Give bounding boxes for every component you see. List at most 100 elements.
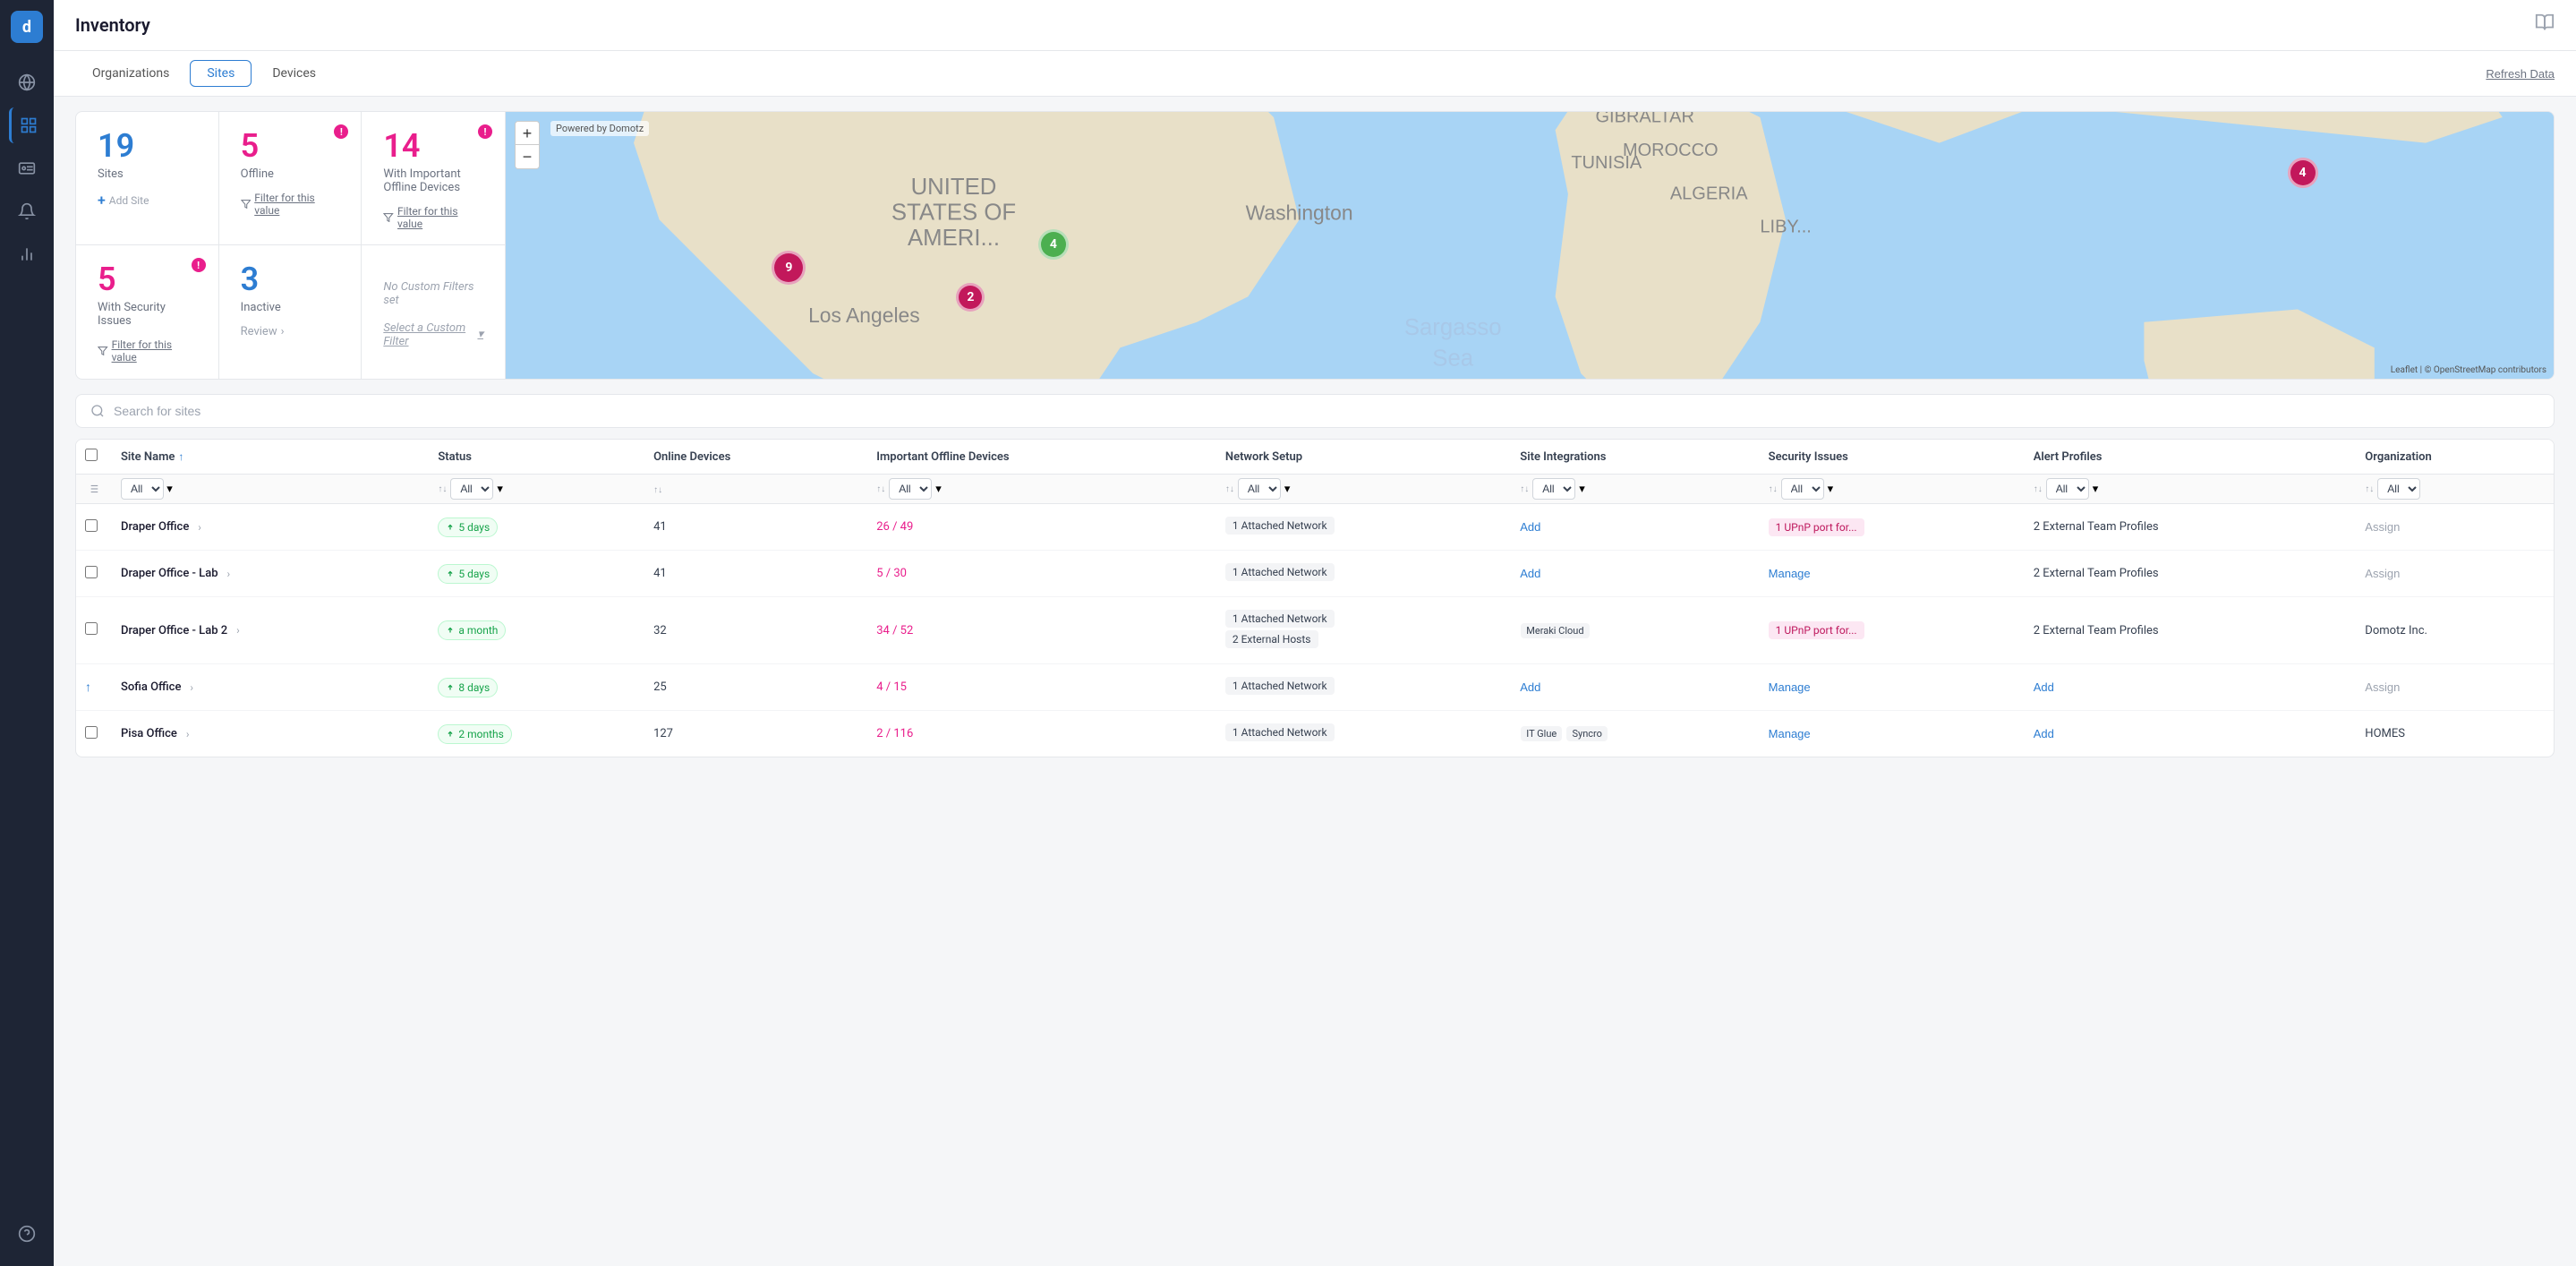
tab-devices[interactable]: Devices xyxy=(255,60,333,87)
status-filter-select[interactable]: All xyxy=(450,478,493,500)
row-checkbox[interactable] xyxy=(85,622,98,635)
row-check xyxy=(76,551,110,597)
table-row: ↑ Sofia Office › 8 days xyxy=(76,664,2554,711)
add-site-button[interactable]: + Add Site xyxy=(98,192,197,209)
security-filter-select[interactable]: All xyxy=(1781,478,1824,500)
manage-security-btn[interactable]: Manage xyxy=(1769,680,1811,694)
svg-text:MOROCCO: MOROCCO xyxy=(1623,141,1719,160)
stat-important-offline: ! 14 With Important Offline Devices Filt… xyxy=(362,112,505,245)
row-status: 2 months xyxy=(427,711,643,757)
row-checkbox[interactable] xyxy=(85,566,98,578)
row-expand-icon[interactable]: › xyxy=(236,624,240,637)
filter-row: All ▾ ↑↓ All ▾ ↑↓ xyxy=(76,475,2554,504)
row-checkbox[interactable] xyxy=(85,726,98,739)
col-site-name: Site Name ↑ xyxy=(110,440,427,475)
integrations-add-btn[interactable]: Add xyxy=(1520,680,1540,694)
row-online: 32 xyxy=(643,597,866,664)
row-site-name: Sofia Office › xyxy=(110,664,427,711)
row-offline: 34 / 52 xyxy=(866,597,1215,664)
add-alert-btn[interactable]: Add xyxy=(2034,680,2054,694)
assign-org-button[interactable]: Assign xyxy=(2365,567,2400,580)
row-network: 1 Attached Network 2 External Hosts xyxy=(1215,597,1509,664)
row-integrations: Meraki Cloud xyxy=(1509,597,1757,664)
sidebar-icon-support[interactable] xyxy=(9,1216,45,1252)
select-all-checkbox[interactable] xyxy=(85,449,98,461)
network-filter-select[interactable]: All xyxy=(1238,478,1281,500)
filter-important-link[interactable]: Filter for this value xyxy=(383,205,483,230)
row-network: 1 Attached Network xyxy=(1215,664,1509,711)
row-security: 1 UPnP port for... xyxy=(1758,504,2023,551)
row-org: HOMES xyxy=(2354,711,2554,757)
row-expand-icon[interactable]: › xyxy=(198,521,201,534)
col-online: Online Devices xyxy=(643,440,866,475)
sidebar-icon-bell[interactable] xyxy=(9,193,45,229)
sidebar-icon-chart[interactable] xyxy=(9,236,45,272)
important-warning: ! xyxy=(478,124,492,139)
row-org: Domotz Inc. xyxy=(2354,597,2554,664)
tab-organizations[interactable]: Organizations xyxy=(75,60,186,87)
offline-filter-select[interactable]: All xyxy=(889,478,932,500)
filter-site-name[interactable]: All ▾ xyxy=(110,475,427,504)
search-input[interactable] xyxy=(114,404,2539,418)
sidebar-icon-idcard[interactable] xyxy=(9,150,45,186)
review-link[interactable]: Review › xyxy=(241,325,340,338)
svg-text:Sea: Sea xyxy=(1432,346,1473,371)
row-security: Manage xyxy=(1758,664,2023,711)
filter-organization[interactable]: ↑↓ All xyxy=(2354,475,2554,504)
filter-alert-profiles[interactable]: ↑↓ All ▾ xyxy=(2023,475,2355,504)
svg-text:UNITED: UNITED xyxy=(911,175,997,200)
integrations-add-btn[interactable]: Add xyxy=(1520,567,1540,580)
map-cluster-4-eu[interactable]: 4 xyxy=(2288,158,2318,188)
refresh-button[interactable]: Refresh Data xyxy=(2486,67,2555,81)
manage-security-btn[interactable]: Manage xyxy=(1769,567,1811,580)
row-expand-icon[interactable]: › xyxy=(227,568,231,580)
row-integrations: Add xyxy=(1509,504,1757,551)
app-logo[interactable]: d xyxy=(11,11,43,43)
add-alert-btn[interactable]: Add xyxy=(2034,727,2054,740)
integrations-add-btn[interactable]: Add xyxy=(1520,520,1540,534)
select-custom-filter-btn[interactable]: Select a Custom Filter ▾ xyxy=(383,321,483,348)
sidebar-icon-globe[interactable] xyxy=(9,64,45,100)
row-org: Assign xyxy=(2354,551,2554,597)
filter-network[interactable]: ↑↓ All ▾ xyxy=(1215,475,1509,504)
filter-security[interactable]: ↑↓ All ▾ xyxy=(1758,475,2023,504)
alert-profiles-filter-select[interactable]: All xyxy=(2046,478,2089,500)
integrations-filter-select[interactable]: All xyxy=(1532,478,1575,500)
row-checkbox[interactable] xyxy=(85,519,98,532)
col-important-offline: Important Offline Devices xyxy=(866,440,1215,475)
map-zoom-in[interactable]: + xyxy=(516,122,539,145)
row-online: 41 xyxy=(643,504,866,551)
map-cluster-2[interactable]: 2 xyxy=(956,283,985,312)
sidebar-icon-grid[interactable] xyxy=(9,107,45,143)
filter-security-link[interactable]: Filter for this value xyxy=(98,338,197,364)
filter-status[interactable]: ↑↓ All ▾ xyxy=(427,475,643,504)
tab-sites[interactable]: Sites xyxy=(190,60,252,87)
content-area: 19 Sites + Add Site ! 5 Offline Filter f… xyxy=(54,97,2576,1266)
row-alert-profiles: Add xyxy=(2023,664,2355,711)
status-up-icon xyxy=(446,626,455,635)
col-status: Status xyxy=(427,440,643,475)
filter-integrations[interactable]: ↑↓ All ▾ xyxy=(1509,475,1757,504)
row-online: 25 xyxy=(643,664,866,711)
org-filter-select[interactable]: All xyxy=(2377,478,2420,500)
offline-label: Offline xyxy=(241,167,340,181)
map-zoom-out[interactable]: − xyxy=(516,145,539,168)
offline-warning: ! xyxy=(334,124,348,139)
important-offline-count: 14 xyxy=(383,130,483,162)
assign-org-button[interactable]: Assign xyxy=(2365,520,2400,534)
assign-org-button[interactable]: Assign xyxy=(2365,680,2400,694)
filter-offline[interactable]: ↑↓ All ▾ xyxy=(866,475,1215,504)
map-cluster-4-us[interactable]: 4 xyxy=(1038,229,1069,260)
site-name-sort-icon[interactable]: ↑ xyxy=(178,450,183,463)
svg-text:AMERI...: AMERI... xyxy=(908,226,1000,251)
stat-inactive: 3 Inactive Review › xyxy=(219,245,363,379)
stat-sites: 19 Sites + Add Site xyxy=(76,112,219,245)
filter-offline-link[interactable]: Filter for this value xyxy=(241,192,340,217)
row-expand-icon[interactable]: › xyxy=(190,681,193,694)
manage-security-btn[interactable]: Manage xyxy=(1769,727,1811,740)
filter-online[interactable]: ↑↓ xyxy=(643,475,866,504)
row-alert-profiles: 2 External Team Profiles xyxy=(2023,551,2355,597)
site-name-filter-select[interactable]: All xyxy=(121,478,164,500)
row-expand-icon[interactable]: › xyxy=(186,728,190,740)
status-up-icon xyxy=(446,730,455,739)
